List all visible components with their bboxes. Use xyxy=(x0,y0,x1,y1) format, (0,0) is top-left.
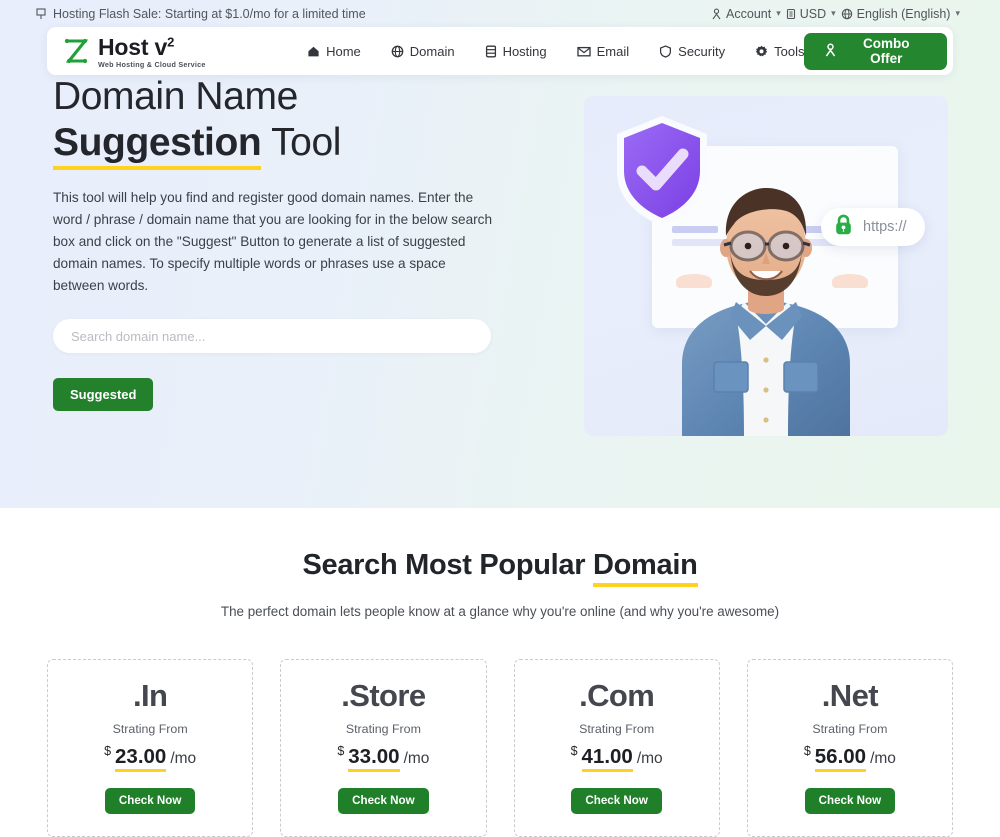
starting-from-label: Strating From xyxy=(579,722,655,736)
check-now-button[interactable]: Check Now xyxy=(571,787,662,814)
check-now-button[interactable]: Check Now xyxy=(804,787,896,814)
price-row: $ 23.00 /mo xyxy=(58,744,242,772)
promo-text: Hosting Flash Sale: Starting at $1.0/mo … xyxy=(53,6,366,21)
hero-illustration: https:// xyxy=(584,96,948,436)
hero-heading: Domain Name Suggestion Tool xyxy=(53,74,517,171)
currency-label: USD xyxy=(799,6,827,21)
check-now-button[interactable]: Check Now xyxy=(338,787,429,814)
globe-icon xyxy=(841,8,853,20)
currency-symbol: $ xyxy=(104,744,112,758)
hero-copy: Domain Name Suggestion Tool This tool wi… xyxy=(47,74,517,412)
tld-name: .Store xyxy=(341,678,426,713)
domain-card-com[interactable]: .Com Strating From $ 41.00 /mo Check Now xyxy=(513,659,720,837)
language-menu[interactable]: English (English) ▾ xyxy=(841,7,960,21)
popular-heading-highlight: Domain xyxy=(592,549,698,587)
tld-name: .Net xyxy=(821,678,879,713)
starting-from-label: Strating From xyxy=(345,722,421,736)
top-announcement-bar: Hosting Flash Sale: Starting at $1.0/mo … xyxy=(0,0,1000,27)
price-amount: 33.00 xyxy=(348,745,400,772)
currency-symbol: $ xyxy=(803,744,811,758)
currency-symbol: $ xyxy=(570,744,578,758)
price-period: /mo xyxy=(170,750,197,767)
promo-message: Hosting Flash Sale: Starting at $1.0/mo … xyxy=(36,7,366,21)
price-amount: 56.00 xyxy=(814,745,867,772)
currency-menu[interactable]: USD ▾ xyxy=(786,7,836,21)
popular-heading: Search Most Popular Domain xyxy=(0,549,1000,587)
domain-card-in[interactable]: .In Strating From $ 23.00 /mo Check Now xyxy=(47,659,254,837)
person-photo xyxy=(662,174,870,436)
hero-title-line1: Domain Name xyxy=(53,75,298,118)
chevron-down-icon: ▾ xyxy=(776,8,781,18)
price-period: /mo xyxy=(403,750,430,767)
price-row: $ 56.00 /mo xyxy=(758,744,942,772)
popular-heading-normal: Search Most Popular xyxy=(302,549,593,581)
hero-title-highlight: Suggestion xyxy=(53,120,262,171)
price-amount: 23.00 xyxy=(115,745,167,772)
money-icon xyxy=(786,8,796,20)
price-row: $ 33.00 /mo xyxy=(291,744,475,772)
hero-description: This tool will help you find and registe… xyxy=(53,190,493,294)
hero-title-tail: Tool xyxy=(261,120,342,164)
currency-symbol: $ xyxy=(337,744,345,758)
user-icon xyxy=(711,8,722,20)
hero-section: Hosting Flash Sale: Starting at $1.0/mo … xyxy=(0,0,1000,508)
account-menu[interactable]: Account ▾ xyxy=(711,7,781,21)
chevron-down-icon: ▾ xyxy=(955,8,960,18)
chevron-down-icon: ▾ xyxy=(831,8,836,18)
starting-from-label: Strating From xyxy=(812,722,888,736)
suggested-button[interactable]: Suggested xyxy=(53,378,154,412)
flag-icon xyxy=(36,7,47,20)
tld-name: .Com xyxy=(579,678,655,713)
price-period: /mo xyxy=(636,750,663,767)
price-amount: 41.00 xyxy=(581,745,633,772)
language-label: English (English) xyxy=(856,6,951,21)
domain-price-cards: .In Strating From $ 23.00 /mo Check Now … xyxy=(0,659,1000,837)
tld-name: .In xyxy=(132,678,168,713)
price-period: /mo xyxy=(870,750,896,767)
starting-from-label: Strating From xyxy=(112,722,188,736)
account-label: Account xyxy=(726,6,772,21)
price-row: $ 41.00 /mo xyxy=(525,744,709,772)
popular-subtitle: The perfect domain lets people know at a… xyxy=(220,604,780,619)
topbar-utilities: Account ▾ USD ▾ English (English) ▾ xyxy=(711,7,960,21)
domain-card-net[interactable]: .Net Strating From $ 56.00 /mo Check Now xyxy=(746,659,953,837)
check-now-button[interactable]: Check Now xyxy=(104,787,196,814)
domain-card-store[interactable]: .Store Strating From $ 33.00 /mo Check N… xyxy=(280,659,487,837)
search-input[interactable] xyxy=(53,319,491,354)
popular-domains-section: Search Most Popular Domain The perfect d… xyxy=(0,508,1000,837)
